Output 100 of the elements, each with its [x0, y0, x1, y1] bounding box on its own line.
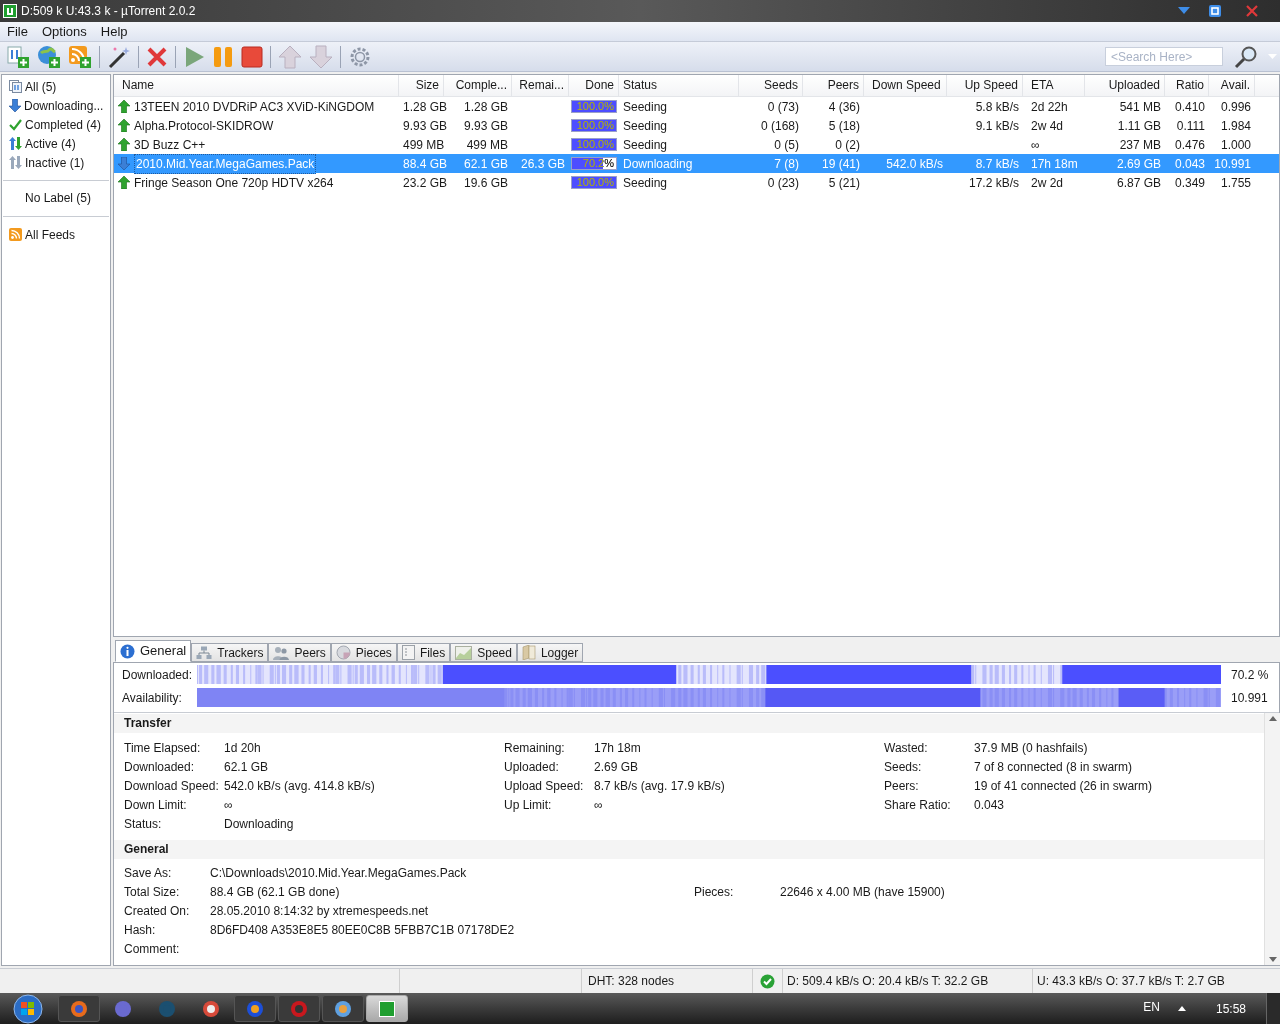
- checkmark-icon: [760, 973, 775, 989]
- add-url-icon[interactable]: [37, 44, 61, 69]
- field-label: Wasted:: [884, 739, 929, 757]
- clock[interactable]: 15:58: [1215, 999, 1246, 1018]
- column-header[interactable]: Name: [114, 75, 399, 96]
- detail-tab[interactable]: Trackers: [191, 643, 269, 662]
- table-cell: 62.1 GB: [463, 156, 508, 171]
- remove-icon[interactable]: [146, 45, 168, 68]
- column-header[interactable]: Avail.: [1209, 75, 1255, 96]
- torrent-row[interactable]: Fringe Season One 720p HDTV x264 23.2 GB 19.6 GB 100.0% Seeding 0 (23) 5 (21) 17.2 kB/s 2w 2d 6.87 GB 0.349 1.755: [114, 173, 1279, 192]
- app-logo-icon: [3, 4, 17, 18]
- torrent-name: 3D Buzz C++: [134, 136, 206, 154]
- section-header: Transfer: [114, 714, 1264, 733]
- field-label: Up Limit:: [504, 796, 553, 814]
- table-cell: 88.4 GB: [403, 156, 448, 171]
- table-cell: 0.476: [1174, 137, 1205, 152]
- column-header[interactable]: Down Speed: [864, 75, 947, 96]
- category-item[interactable]: Inactive (1): [2, 153, 110, 172]
- table-cell: 17.2 kB/s: [968, 175, 1019, 190]
- column-header[interactable]: ETA: [1023, 75, 1085, 96]
- field-label: Total Size:: [124, 883, 181, 901]
- category-item[interactable]: All (5): [2, 77, 110, 96]
- scroll-up-icon[interactable]: [1268, 716, 1277, 721]
- field-label: Download Speed:: [124, 777, 220, 795]
- table-cell: 0.410: [1174, 99, 1205, 114]
- table-cell: 542.0 kB/s: [886, 156, 943, 171]
- line-graph-icon: [455, 645, 473, 660]
- column-header[interactable]: Up Speed: [947, 75, 1023, 96]
- column-header[interactable]: Peers: [803, 75, 864, 96]
- bar-reading: 10.991: [1230, 689, 1269, 707]
- stop-icon[interactable]: [241, 45, 263, 68]
- label-item[interactable]: No Label (5): [2, 189, 110, 208]
- table-cell: 9.93 GB: [463, 118, 508, 133]
- detail-tab[interactable]: Speed: [450, 643, 517, 662]
- field-label: Share Ratio:: [884, 796, 952, 814]
- network-icon: [196, 645, 213, 660]
- scroll-down-icon[interactable]: [1268, 957, 1277, 962]
- add-feed-icon[interactable]: [68, 44, 92, 69]
- add-torrent-icon[interactable]: [6, 44, 30, 69]
- search-icon[interactable]: [1234, 44, 1258, 69]
- detail-tab[interactable]: Logger: [516, 643, 584, 662]
- torrent-row[interactable]: 13TEEN 2010 DVDRiP AC3 XViD-KiNGDOM 1.28 GB 1.28 GB 100.0% Seeding 0 (73) 4 (36) 5.8 kB/s 2d 22h 541 MB 0.410 0.996: [114, 97, 1279, 116]
- field-value: Downloading: [224, 815, 294, 833]
- column-header[interactable]: Uploaded: [1085, 75, 1165, 96]
- column-header[interactable]: Done: [569, 75, 619, 96]
- info-icon: [120, 643, 135, 659]
- play-icon[interactable]: [183, 45, 205, 68]
- detail-tab[interactable]: Files: [396, 643, 451, 662]
- dropdown-arrow-icon[interactable]: [1178, 7, 1190, 15]
- category-item[interactable]: Completed (4): [2, 115, 110, 134]
- down-arrow-icon: [9, 99, 21, 112]
- people-icon: [273, 645, 290, 660]
- table-cell: 499 MB: [403, 137, 445, 152]
- section-header: General: [114, 840, 1264, 859]
- torrent-row[interactable]: Alpha.Protocol-SKIDROW 9.93 GB 9.93 GB 100.0% Seeding 0 (168) 5 (18) 9.1 kB/s 2w 4d 1.11 GB 0.111 1.984: [114, 116, 1279, 135]
- table-cell: 17h 18m: [1031, 156, 1078, 171]
- up-arrow-icon: [118, 100, 130, 113]
- table-cell: 19 (41): [821, 156, 860, 171]
- menu-item[interactable]: Options: [34, 22, 94, 41]
- detail-tab[interactable]: Pieces: [330, 643, 397, 662]
- field-label: Hash:: [124, 921, 157, 939]
- detail-tab[interactable]: Peers: [268, 643, 331, 662]
- show-desktop-button[interactable]: [1266, 993, 1280, 1024]
- table-cell: 0 (5): [774, 137, 799, 152]
- language-indicator[interactable]: EN: [1143, 997, 1160, 1016]
- table-cell: Seeding: [623, 99, 668, 114]
- field-value: 7 of 8 connected (8 in swarm): [974, 758, 1133, 776]
- feed-icon: [9, 228, 22, 241]
- category-item[interactable]: Downloading...: [2, 96, 110, 115]
- torrent-row[interactable]: 3D Buzz C++ 499 MB 499 MB 100.0% Seeding 0 (5) 0 (2) ∞ 237 MB 0.476 1.000: [114, 135, 1279, 154]
- tray-arrow-icon[interactable]: [1177, 1006, 1186, 1011]
- table-cell: 2.69 GB: [1116, 156, 1161, 171]
- detail-tab[interactable]: General: [115, 640, 192, 662]
- restore-icon[interactable]: [1208, 4, 1222, 18]
- column-header[interactable]: Status: [619, 75, 739, 96]
- column-header[interactable]: Seeds: [739, 75, 803, 96]
- table-cell: Seeding: [623, 175, 668, 190]
- menu-item[interactable]: File: [0, 22, 35, 41]
- up-down-arrows-icon: [9, 137, 22, 150]
- table-cell: 0 (73): [767, 99, 799, 114]
- column-header[interactable]: Ratio: [1165, 75, 1209, 96]
- column-header[interactable]: Remai...: [512, 75, 569, 96]
- table-cell: 0.349: [1174, 175, 1205, 190]
- feed-item[interactable]: All Feeds: [2, 225, 110, 244]
- column-header[interactable]: Size: [399, 75, 444, 96]
- table-cell: 237 MB: [1119, 137, 1161, 152]
- table-cell: 2w 4d: [1031, 118, 1064, 133]
- up-arrow-icon: [118, 138, 130, 151]
- table-cell: 5 (21): [828, 175, 860, 190]
- table-cell: 9.1 kB/s: [975, 118, 1019, 133]
- up-arrow-icon: [118, 119, 130, 132]
- field-value: 2.69 GB: [594, 758, 639, 776]
- table-cell: ∞: [1031, 137, 1040, 152]
- menu-item[interactable]: Help: [93, 22, 135, 41]
- close-icon[interactable]: [1246, 5, 1258, 17]
- search-field[interactable]: <Search Here>: [1105, 47, 1223, 66]
- pause-icon[interactable]: [212, 45, 234, 68]
- category-item[interactable]: Active (4): [2, 134, 110, 153]
- column-header[interactable]: Comple...: [444, 75, 512, 96]
- table-cell: 9.93 GB: [403, 118, 448, 133]
